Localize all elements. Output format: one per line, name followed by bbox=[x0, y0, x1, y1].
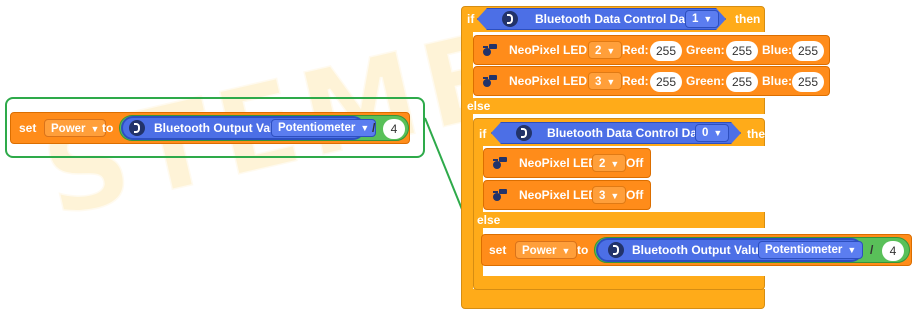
neopixel-icon bbox=[493, 157, 507, 169]
potentiometer-dropdown[interactable]: Potentiometer ▼ bbox=[271, 119, 377, 137]
red-label: Red: bbox=[622, 43, 649, 57]
chevron-down-icon: ▼ bbox=[606, 46, 616, 56]
neopixel-icon bbox=[483, 44, 497, 56]
divisor-input[interactable]: 4 bbox=[882, 241, 904, 261]
divide-symbol: / bbox=[372, 121, 376, 135]
bluetooth-icon bbox=[516, 125, 532, 141]
control-data-dropdown[interactable]: 1 ▼ bbox=[685, 10, 719, 28]
off-label: Off bbox=[626, 188, 644, 202]
control-data-dropdown[interactable]: 0 ▼ bbox=[695, 124, 729, 142]
blue-input[interactable]: 255 bbox=[792, 41, 824, 61]
to-label: to bbox=[102, 121, 114, 135]
blue-label: Blue: bbox=[762, 74, 792, 88]
else-label: else bbox=[467, 99, 491, 113]
chevron-down-icon: ▼ bbox=[703, 14, 713, 24]
chevron-down-icon: ▼ bbox=[610, 191, 620, 201]
control-data-value: 1 bbox=[692, 13, 699, 25]
neopixel-led-label: NeoPixel LED bbox=[519, 188, 598, 202]
right-set-block[interactable]: set Power ▼ to Bluetooth Output Value Pot… bbox=[481, 234, 912, 266]
off-label: Off bbox=[626, 156, 644, 170]
chevron-down-icon: ▼ bbox=[606, 77, 616, 87]
neopixel-off-block-2[interactable]: NeoPixel LED 3 ▼ Off bbox=[483, 180, 651, 210]
potentiometer-text: Potentiometer bbox=[278, 122, 356, 134]
bluetooth-control-data-block[interactable]: Bluetooth Data Control Data 0 ▼ bbox=[491, 122, 741, 144]
neopixel-rgb-block-1[interactable]: NeoPixel LED 2 ▼ Red: 255 Green: 255 Blue… bbox=[473, 35, 830, 65]
green-input[interactable]: 255 bbox=[726, 41, 758, 61]
neopixel-rgb-block-2[interactable]: NeoPixel LED 3 ▼ Red: 255 Green: 255 Blue… bbox=[473, 66, 830, 96]
potentiometer-text: Potentiometer bbox=[765, 244, 843, 256]
control-data-label: Bluetooth Data Control Data bbox=[535, 12, 696, 26]
led-index-value: 2 bbox=[595, 45, 602, 57]
control-data-label: Bluetooth Data Control Data bbox=[547, 126, 708, 140]
blue-label: Blue: bbox=[762, 43, 792, 57]
set-label: set bbox=[19, 121, 37, 135]
neopixel-icon bbox=[483, 75, 497, 87]
else-label: else bbox=[477, 213, 501, 227]
divisor-input[interactable]: 4 bbox=[383, 119, 405, 139]
bluetooth-output-value-block[interactable]: Bluetooth Output Value Potentiometer ▼ bbox=[121, 116, 377, 140]
set-label: set bbox=[489, 243, 507, 257]
led-index-value: 3 bbox=[595, 76, 602, 88]
power-variable-dropdown[interactable]: Power ▼ bbox=[44, 119, 107, 137]
neopixel-icon bbox=[493, 189, 507, 201]
red-label: Red: bbox=[622, 74, 649, 88]
power-variable-text: Power bbox=[51, 123, 86, 135]
chevron-down-icon: ▼ bbox=[713, 128, 723, 138]
neopixel-led-label: NeoPixel LED bbox=[519, 156, 598, 170]
if-label: if bbox=[467, 12, 475, 26]
led-index-value: 2 bbox=[599, 158, 606, 170]
led-index-dropdown[interactable]: 2 ▼ bbox=[592, 154, 627, 172]
neopixel-led-label: NeoPixel LED bbox=[509, 43, 588, 57]
chevron-down-icon: ▼ bbox=[561, 246, 571, 256]
power-variable-text: Power bbox=[522, 245, 557, 257]
led-index-value: 3 bbox=[599, 190, 606, 202]
chevron-down-icon: ▼ bbox=[360, 123, 370, 133]
potentiometer-dropdown[interactable]: Potentiometer ▼ bbox=[758, 241, 864, 259]
neopixel-led-label: NeoPixel LED bbox=[509, 74, 588, 88]
bluetooth-icon bbox=[502, 11, 518, 27]
power-variable-dropdown[interactable]: Power ▼ bbox=[515, 241, 578, 259]
bluetooth-control-data-block[interactable]: Bluetooth Data Control Data 1 ▼ bbox=[477, 8, 726, 30]
green-label: Green: bbox=[686, 43, 725, 57]
red-input[interactable]: 255 bbox=[650, 72, 682, 92]
left-set-block[interactable]: set Power ▼ to Bluetooth Output Value Pot… bbox=[10, 112, 410, 144]
divide-symbol: / bbox=[870, 243, 874, 257]
green-label: Green: bbox=[686, 74, 725, 88]
if-label: if bbox=[479, 127, 487, 141]
bluetooth-icon bbox=[608, 242, 624, 258]
green-input[interactable]: 255 bbox=[726, 72, 758, 92]
led-index-dropdown[interactable]: 2 ▼ bbox=[588, 41, 623, 59]
chevron-down-icon: ▼ bbox=[847, 245, 857, 255]
chevron-down-icon: ▼ bbox=[610, 159, 620, 169]
bluetooth-output-value-label: Bluetooth Output Value bbox=[632, 243, 766, 257]
to-label: to bbox=[577, 243, 589, 257]
then-label: then bbox=[735, 12, 761, 26]
neopixel-off-block-1[interactable]: NeoPixel LED 2 ▼ Off bbox=[483, 148, 651, 178]
led-index-dropdown[interactable]: 3 ▼ bbox=[588, 72, 623, 90]
then-label: then bbox=[747, 127, 773, 141]
red-input[interactable]: 255 bbox=[650, 41, 682, 61]
bluetooth-output-value-block[interactable]: Bluetooth Output Value Potentiometer ▼ bbox=[596, 238, 864, 262]
blue-input[interactable]: 255 bbox=[792, 72, 824, 92]
bluetooth-output-value-label: Bluetooth Output Value bbox=[154, 121, 288, 135]
control-data-value: 0 bbox=[702, 127, 709, 139]
chevron-down-icon: ▼ bbox=[90, 124, 100, 134]
bluetooth-icon bbox=[129, 120, 145, 136]
led-index-dropdown[interactable]: 3 ▼ bbox=[592, 186, 627, 204]
